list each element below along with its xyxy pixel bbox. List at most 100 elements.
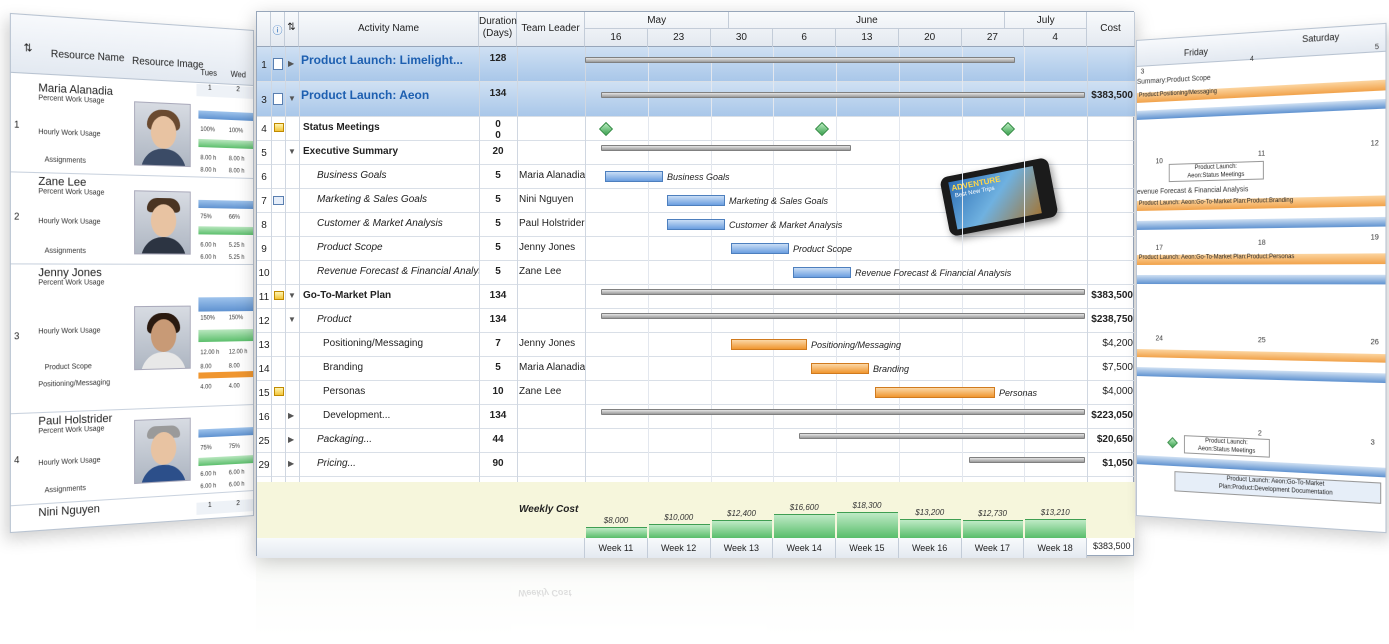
document-indicator-icon[interactable] (273, 92, 283, 105)
cost-value[interactable]: $7,500 (1087, 362, 1133, 373)
note-indicator-icon[interactable] (274, 123, 284, 132)
collapse-arrow-icon[interactable]: ▼ (288, 291, 296, 300)
cost-value[interactable]: $383,500 (1087, 290, 1133, 301)
activity-name[interactable]: Personas (323, 386, 479, 397)
team-leader-value[interactable]: Paul Holstrider (519, 218, 585, 229)
team-leader-value[interactable]: Nini Nguyen (519, 194, 585, 205)
cost-value[interactable]: $238,750 (1087, 314, 1133, 325)
duration-value[interactable]: 5 (479, 194, 517, 205)
team-leader-value[interactable]: Zane Lee (519, 266, 585, 277)
cost-value[interactable]: $383,500 (1087, 90, 1133, 101)
event-revenue[interactable]: evenue Forecast & Financial Analysis (1137, 186, 1248, 196)
task-bar[interactable] (875, 387, 995, 398)
document-indicator-icon[interactable] (273, 57, 283, 70)
duration-value[interactable]: 134 (479, 410, 517, 421)
summary-bar[interactable] (601, 92, 1085, 98)
task-bar[interactable] (811, 363, 869, 374)
duration-value[interactable]: 134 (479, 88, 517, 99)
task-bar[interactable] (731, 243, 789, 254)
cost-value[interactable]: $1,050 (1087, 458, 1133, 469)
resource-name[interactable]: Nini Nguyen (38, 503, 100, 520)
team-leader-value[interactable]: Maria Alanadia (519, 170, 585, 181)
team-leader-value[interactable]: Maria Alanadia (519, 362, 585, 373)
activity-name[interactable]: Development... (323, 410, 479, 421)
activity-name[interactable]: Product Launch: Aeon (301, 88, 479, 102)
collapse-arrow-icon[interactable]: ▼ (288, 94, 296, 103)
activity-name[interactable]: Product (317, 314, 479, 325)
resource-row[interactable]: 1 Maria Alanadia Percent Work Usage Hour… (10, 78, 254, 179)
sort-header[interactable]: ⇅ (285, 12, 299, 47)
team-leader-header[interactable]: Team Leader (517, 12, 585, 47)
activity-name[interactable]: Product Launch: Limelight... (301, 53, 479, 67)
duration-value[interactable]: 134 (479, 290, 517, 301)
sort-icon[interactable]: ⇅ (24, 43, 33, 55)
duration-value[interactable]: 44 (479, 434, 517, 445)
event-orange-band[interactable] (1136, 349, 1387, 363)
gantt-row[interactable]: 9 Product Scope 5 Jenny Jones (257, 237, 1135, 261)
activity-name[interactable]: Positioning/Messaging (323, 338, 479, 349)
event-personas[interactable]: Product Launch: Aeon:Go-To-Market Plan:P… (1136, 253, 1387, 265)
activity-name[interactable]: Customer & Market Analysis (317, 218, 479, 229)
team-leader-value[interactable]: Jenny Jones (519, 338, 585, 349)
activity-name[interactable]: Revenue Forecast & Financial Analysis (317, 266, 479, 277)
event-band[interactable] (1136, 98, 1387, 120)
summary-bar[interactable] (601, 289, 1085, 295)
gantt-row[interactable]: 14 Branding 5 Maria Alanadia $7,500 (257, 357, 1135, 381)
activity-name[interactable]: Product Scope (317, 242, 479, 253)
cost-value[interactable]: $20,650 (1087, 434, 1133, 445)
activity-name[interactable]: Status Meetings (303, 122, 479, 133)
activity-name[interactable]: Business Goals (317, 170, 479, 181)
expand-arrow-icon[interactable]: ▶ (288, 459, 294, 468)
duration-value[interactable]: 5 (479, 362, 517, 373)
summary-bar[interactable] (585, 57, 1015, 63)
note-indicator-icon[interactable] (274, 387, 284, 396)
expand-arrow-icon[interactable]: ▶ (288, 435, 294, 444)
sort-icon[interactable]: ⇅ (285, 22, 298, 33)
event-band[interactable] (1136, 216, 1387, 230)
duration-value[interactable]: 5 (479, 242, 517, 253)
assignment-product-scope[interactable]: Product Scope (45, 363, 92, 372)
info-header[interactable]: ⓘ (271, 12, 285, 47)
note-indicator-icon[interactable] (274, 291, 284, 300)
activity-name-header[interactable]: Activity Name (299, 12, 479, 47)
summary-bar[interactable] (601, 313, 1085, 319)
cost-header[interactable]: Cost (1087, 12, 1135, 47)
expand-arrow-icon[interactable]: ▶ (288, 411, 294, 420)
duration-value[interactable]: 134 (479, 314, 517, 325)
day-header-friday[interactable]: Friday (1136, 32, 1258, 67)
cost-value[interactable]: $4,000 (1087, 386, 1133, 397)
event-band[interactable] (1136, 367, 1387, 384)
info-icon[interactable]: ⓘ (271, 22, 284, 37)
activity-name[interactable]: Branding (323, 362, 479, 373)
resource-row[interactable]: 2 Zane Lee Percent Work Usage Hourly Wor… (10, 172, 254, 265)
resource-row[interactable]: 3 Jenny Jones Percent Work Usage Hourly … (10, 264, 254, 415)
collapse-arrow-icon[interactable]: ▼ (288, 315, 296, 324)
activity-name[interactable]: Packaging... (317, 434, 479, 445)
duration-value[interactable]: 5 (479, 218, 517, 229)
day-header-saturday[interactable]: Saturday (1257, 23, 1387, 60)
task-bar[interactable] (667, 195, 725, 206)
team-leader-value[interactable]: Jenny Jones (519, 242, 585, 253)
gantt-row[interactable]: 3 ▼ Product Launch: Aeon 134 $383,500 (257, 82, 1135, 117)
gantt-row[interactable]: 1 ▶ Product Launch: Limelight... 128 (257, 47, 1135, 82)
summary-bar[interactable] (799, 433, 1085, 439)
collapse-arrow-icon[interactable]: ▼ (288, 147, 296, 156)
summary-bar[interactable] (601, 409, 1085, 415)
gantt-row[interactable]: 13 Positioning/Messaging 7 Jenny Jones $4,20… (257, 333, 1135, 357)
event-status-meetings[interactable]: Product Launch: Aeon:Status Meetings (1183, 435, 1270, 458)
team-leader-value[interactable]: Zane Lee (519, 386, 585, 397)
duration-value[interactable]: 0 0 (479, 119, 517, 141)
event-summary-scope[interactable]: Summary:Product Scope (1137, 75, 1211, 86)
status-milestone-icon[interactable] (1167, 437, 1178, 449)
event-development-documentation[interactable]: Product Launch: Aeon:Go-To-Market Plan:P… (1174, 471, 1382, 504)
summary-bar[interactable] (601, 145, 851, 151)
resource-row[interactable]: 4 Paul Holstrider Percent Work Usage Hou… (10, 405, 254, 507)
duration-value[interactable]: 128 (479, 53, 517, 64)
task-bar[interactable] (667, 219, 725, 230)
duration-value[interactable]: 20 (479, 146, 517, 157)
task-bar[interactable] (605, 171, 663, 182)
activity-name[interactable]: Pricing... (317, 458, 479, 469)
col-resource-name[interactable]: Resource Name (51, 49, 125, 65)
activity-name[interactable]: Marketing & Sales Goals (317, 194, 479, 205)
task-bar[interactable] (731, 339, 807, 350)
